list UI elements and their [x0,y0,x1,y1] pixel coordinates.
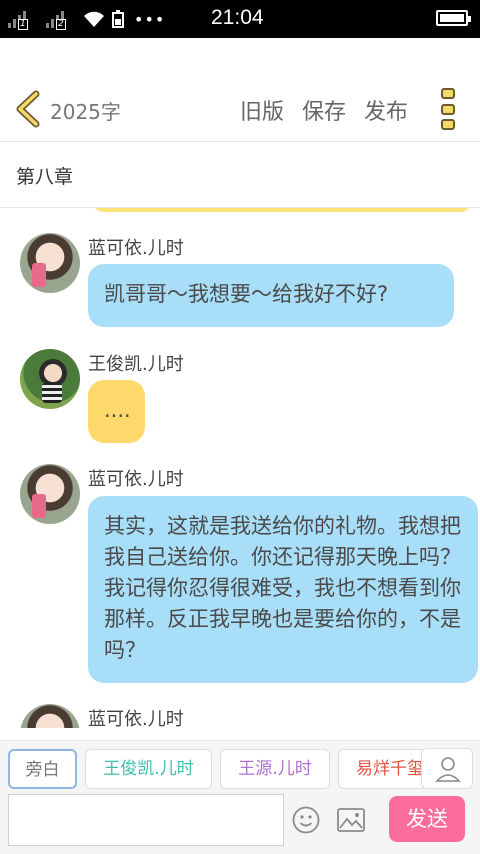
back-chevron-icon[interactable] [14,90,42,128]
battery-icon [436,10,471,26]
chat-list[interactable]: 蓝可依.儿时 凯哥哥～我想要～给我好不好? 王俊凯.儿时 .... 蓝可依.儿时… [0,208,480,728]
header-actions: 旧版 保存 发布 [240,94,408,126]
image-icon[interactable] [337,808,365,832]
avatar[interactable] [20,704,80,728]
message-bubble[interactable]: 其实，这就是我送给你的礼物。我想把我自己送给你。你还记得那天晚上吗？我记得你忍得… [88,496,478,683]
old-version-button[interactable]: 旧版 [240,94,284,126]
sender-name: 王俊凯.儿时 [88,354,184,375]
status-icons: 1 2 ••• [8,6,165,32]
sim1-label: 1 [18,19,28,30]
previous-message-bubble [92,208,472,212]
sim2-label: 2 [56,19,66,30]
app-header: 2025字 旧版 保存 发布 [0,38,480,142]
message-bubble[interactable]: 凯哥哥～我想要～给我好不好? [88,264,454,327]
role-yiyangqianxi[interactable]: 易烊千玺 [338,749,428,789]
signal-2-icon: 2 [46,10,66,30]
more-menu-icon[interactable] [441,88,457,130]
publish-button[interactable]: 发布 [364,94,408,126]
send-button[interactable]: 发送 [389,796,465,842]
person-icon [435,757,461,782]
save-button[interactable]: 保存 [302,94,346,126]
chapter-title: 第八章 [16,166,74,188]
role-wangyuan[interactable]: 王源.儿时 [220,749,330,789]
sender-name: 蓝可依.儿时 [88,709,184,728]
more-notifications-icon: ••• [134,9,166,29]
status-time: 21:04 [211,6,264,29]
role-selector: 旁白 王俊凯.儿时 王源.儿时 易烊千玺 [0,740,480,790]
input-bar: 发送 [0,790,480,854]
message-bubble[interactable]: .... [88,380,145,443]
sender-name: 蓝可依.儿时 [88,238,184,259]
status-bar: 1 2 ••• 21:04 [0,0,480,38]
role-narration[interactable]: 旁白 [8,749,77,789]
avatar[interactable] [20,464,80,524]
emoji-icon[interactable] [292,806,320,834]
message-input[interactable] [8,794,284,846]
chapter-bar[interactable]: 第八章 [0,142,480,208]
avatar[interactable] [20,349,80,409]
add-role-button[interactable] [421,748,473,789]
role-wangjunkai[interactable]: 王俊凯.儿时 [85,749,212,789]
sender-name: 蓝可依.儿时 [88,469,184,490]
wifi-icon [84,11,104,27]
signal-1-icon: 1 [8,10,28,30]
phone-battery-icon [112,10,124,28]
avatar[interactable] [20,233,80,293]
word-count: 2025字 [50,100,121,124]
